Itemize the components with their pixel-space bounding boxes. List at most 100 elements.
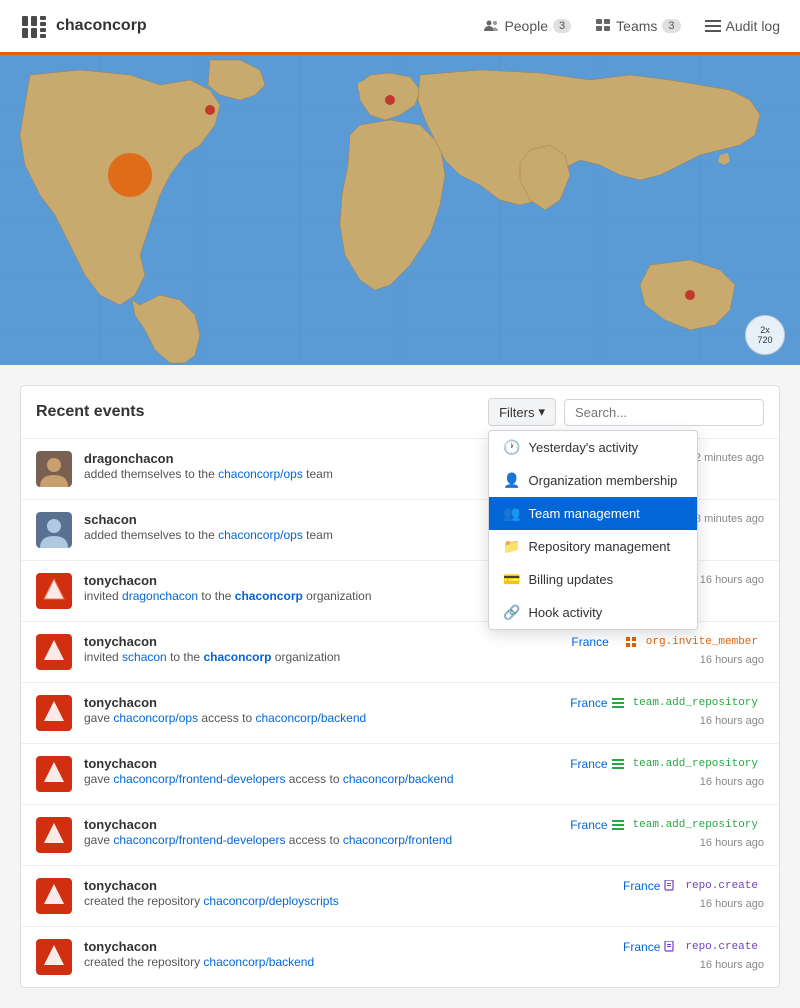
zoom-value: 2x [760, 325, 770, 335]
logo-icon [20, 12, 48, 40]
people-nav[interactable]: People 3 [483, 18, 571, 34]
event-org-link[interactable]: chaconcorp [203, 650, 271, 664]
action-label: org.invite_member [640, 634, 764, 650]
tonychacon-avatar [36, 878, 72, 914]
event-org-link[interactable]: chaconcorp [235, 589, 303, 603]
clock-icon: 🕐 [503, 439, 520, 456]
event-body: tonychacon invited schacon to the chacon… [84, 634, 559, 664]
event-username: tonychacon [84, 878, 602, 893]
event-meta: France team.add_repository 16 hours ago [570, 817, 764, 849]
table-row: tonychacon gave chaconcorp/ops access to… [21, 683, 779, 744]
event-repo-link[interactable]: chaconcorp/backend [343, 772, 454, 786]
filter-team-management[interactable]: 👥 Team management [489, 497, 697, 530]
event-location: France [570, 818, 607, 832]
header: chaconcorp People 3 Teams 3 [0, 0, 800, 55]
filter-hook-label: Hook activity [529, 605, 603, 620]
world-map: 2x 720 [0, 55, 800, 365]
event-link[interactable]: chaconcorp/frontend-developers [113, 833, 285, 847]
event-body: tonychacon gave chaconcorp/frontend-deve… [84, 756, 558, 786]
action-label: team.add_repository [627, 756, 764, 772]
event-time: 16 hours ago [700, 776, 764, 788]
filters-button[interactable]: Filters ▾ [488, 398, 556, 426]
filter-billing[interactable]: 💳 Billing updates [489, 563, 697, 596]
event-link[interactable]: chaconcorp/ops [218, 528, 303, 542]
tonychacon-avatar [36, 939, 72, 975]
map-svg [0, 55, 800, 365]
filter-repo-management[interactable]: 📁 Repository management [489, 530, 697, 563]
people-count: 3 [553, 19, 571, 33]
billing-icon: 💳 [503, 571, 520, 588]
event-link[interactable]: chaconcorp/frontend-developers [113, 772, 285, 786]
action-label: team.add_repository [627, 817, 764, 833]
event-link[interactable]: schacon [122, 650, 167, 664]
event-location: France [571, 635, 608, 649]
event-link[interactable]: chaconcorp/ops [113, 711, 198, 725]
logo-text: chaconcorp [56, 17, 147, 35]
event-time: 33 minutes ago [689, 513, 764, 525]
person-icon: 👤 [503, 472, 520, 489]
org-icon [625, 636, 637, 648]
event-action: team.add_repository [612, 756, 764, 772]
event-action: org.invite_member [625, 634, 764, 650]
logo[interactable]: chaconcorp [20, 12, 147, 40]
audit-log-nav[interactable]: Audit log [705, 18, 780, 34]
event-repo-link[interactable]: chaconcorp/backend [255, 711, 366, 725]
repo-icon [664, 880, 676, 892]
event-action: repo.create [664, 939, 764, 955]
teams-nav[interactable]: Teams 3 [595, 18, 680, 34]
repo-icon: 📁 [503, 538, 520, 555]
table-row: tonychacon gave chaconcorp/frontend-deve… [21, 805, 779, 866]
tonychacon-avatar [36, 695, 72, 731]
filter-team-label: Team management [529, 506, 640, 521]
schacon-avatar [36, 512, 72, 548]
event-description: created the repository chaconcorp/deploy… [84, 894, 602, 908]
event-link[interactable]: dragonchacon [122, 589, 198, 603]
event-description: gave chaconcorp/ops access to chaconcorp… [84, 711, 558, 725]
events-controls: Filters ▾ 🕐 Yesterday's activity 👤 Organ… [488, 398, 764, 426]
event-meta: France team.add_repository 16 hours ago [570, 695, 764, 727]
team-icon [612, 697, 624, 709]
avatar [36, 878, 72, 914]
people-icon [483, 18, 499, 34]
event-username: tonychacon [84, 817, 558, 832]
tonychacon-avatar [36, 634, 72, 670]
event-description: invited schacon to the chaconcorp organi… [84, 650, 559, 664]
table-row: tonychacon invited schacon to the chacon… [21, 622, 779, 683]
team-icon: 👥 [503, 505, 520, 522]
event-body: tonychacon gave chaconcorp/frontend-deve… [84, 817, 558, 847]
filter-hook[interactable]: 🔗 Hook activity [489, 596, 697, 629]
event-action: team.add_repository [612, 695, 764, 711]
event-username: tonychacon [84, 939, 602, 954]
avatar [36, 512, 72, 548]
filter-repo-label: Repository management [529, 539, 671, 554]
team-icon [612, 819, 624, 831]
teams-label: Teams [616, 18, 657, 34]
event-link[interactable]: chaconcorp/deployscripts [203, 894, 338, 908]
event-body: tonychacon created the repository chacon… [84, 878, 602, 908]
event-meta: France repo.create 16 hours ago [614, 878, 764, 910]
table-row: tonychacon gave chaconcorp/frontend-deve… [21, 744, 779, 805]
tonychacon-avatar [36, 573, 72, 609]
filter-org-membership[interactable]: 👤 Organization membership [489, 464, 697, 497]
event-username: tonychacon [84, 634, 559, 649]
action-label: repo.create [679, 878, 764, 894]
dragonchacon-avatar [36, 451, 72, 487]
event-link[interactable]: chaconcorp/backend [203, 955, 314, 969]
action-label: team.add_repository [627, 695, 764, 711]
filter-yesterday[interactable]: 🕐 Yesterday's activity [489, 431, 697, 464]
action-label: repo.create [679, 939, 764, 955]
search-input[interactable] [564, 399, 764, 426]
filter-yesterday-label: Yesterday's activity [529, 440, 639, 455]
avatar [36, 756, 72, 792]
filter-org-label: Organization membership [529, 473, 678, 488]
event-action: team.add_repository [612, 817, 764, 833]
event-time: 16 hours ago [700, 837, 764, 849]
event-description: created the repository chaconcorp/backen… [84, 955, 602, 969]
event-time: 16 hours ago [700, 959, 764, 971]
hook-icon: 🔗 [503, 604, 520, 621]
event-description: gave chaconcorp/frontend-developers acce… [84, 772, 558, 786]
event-body: tonychacon gave chaconcorp/ops access to… [84, 695, 558, 725]
event-repo-link[interactable]: chaconcorp/frontend [343, 833, 452, 847]
event-link[interactable]: chaconcorp/ops [218, 467, 303, 481]
teams-count: 3 [662, 19, 680, 33]
